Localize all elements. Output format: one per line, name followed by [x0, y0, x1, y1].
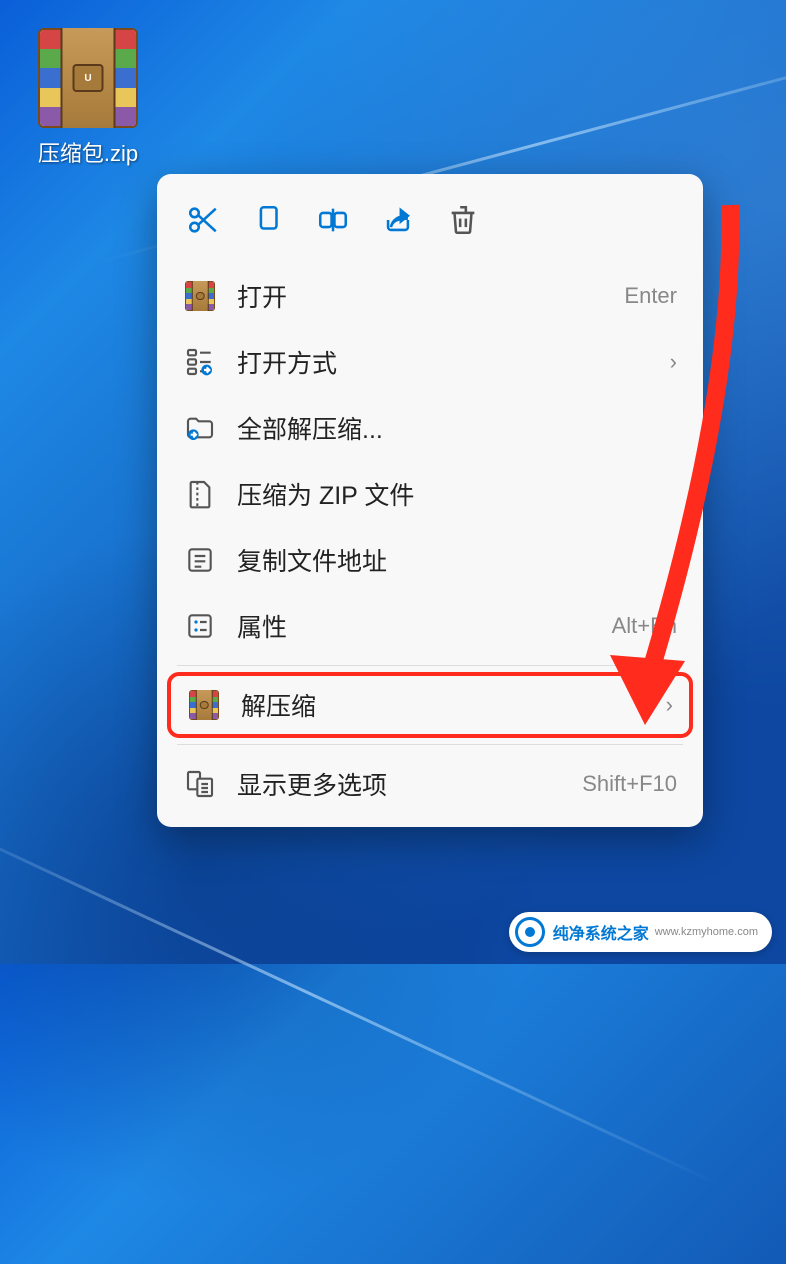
winrar-icon: [183, 279, 217, 313]
open-with-icon: [183, 345, 217, 379]
menu-item-open[interactable]: 打开 Enter: [167, 263, 693, 329]
menu-divider: [177, 744, 683, 745]
trash-icon: [446, 203, 480, 237]
rename-icon: [316, 203, 350, 237]
context-menu: 打开 Enter 打开方式 › 全部解压缩...: [157, 174, 703, 827]
cut-button[interactable]: [175, 192, 230, 247]
show-more-icon: [183, 767, 217, 801]
menu-label: 复制文件地址: [237, 542, 677, 578]
chevron-right-icon: ›: [670, 349, 677, 375]
copy-icon: [251, 203, 285, 237]
zip-file-icon: [183, 477, 217, 511]
menu-item-show-more[interactable]: 显示更多选项 Shift+F10: [167, 751, 693, 817]
delete-button[interactable]: [435, 192, 490, 247]
menu-shortcut: Alt+En: [612, 613, 677, 639]
menu-label: 属性: [237, 608, 612, 644]
menu-shortcut: Enter: [624, 283, 677, 309]
copy-path-icon: [183, 543, 217, 577]
copy-button[interactable]: [240, 192, 295, 247]
menu-divider: [177, 665, 683, 666]
watermark-url: www.kzmyhome.com: [655, 926, 758, 938]
file-label: 压缩包.zip: [28, 136, 148, 168]
menu-item-extract-all[interactable]: 全部解压缩...: [167, 395, 693, 461]
chevron-right-icon: ›: [666, 692, 673, 718]
menu-item-properties[interactable]: 属性 Alt+En: [167, 593, 693, 659]
scissors-icon: [186, 203, 220, 237]
share-icon: [381, 203, 415, 237]
menu-item-extract[interactable]: 解压缩 ›: [167, 672, 693, 738]
menu-item-copy-path[interactable]: 复制文件地址: [167, 527, 693, 593]
menu-shortcut: Shift+F10: [582, 771, 677, 797]
menu-item-open-with[interactable]: 打开方式 ›: [167, 329, 693, 395]
watermark-brand: 纯净系统之家: [553, 920, 649, 944]
menu-item-compress-zip[interactable]: 压缩为 ZIP 文件: [167, 461, 693, 527]
menu-label: 压缩为 ZIP 文件: [237, 476, 677, 512]
menu-label: 解压缩: [241, 687, 656, 723]
watermark: 纯净系统之家 www.kzmyhome.com: [509, 912, 772, 952]
folder-extract-icon: [183, 411, 217, 445]
menu-label: 打开: [237, 278, 624, 314]
watermark-logo-icon: [515, 917, 545, 947]
menu-label: 显示更多选项: [237, 766, 582, 802]
share-button[interactable]: [370, 192, 425, 247]
menu-label: 打开方式: [237, 344, 660, 380]
menu-label: 全部解压缩...: [237, 410, 677, 446]
rename-button[interactable]: [305, 192, 360, 247]
properties-icon: [183, 609, 217, 643]
context-toolbar: [167, 184, 693, 263]
desktop-file[interactable]: U 压缩包.zip: [28, 28, 148, 168]
winrar-archive-icon: U: [38, 28, 138, 128]
winrar-icon: [187, 688, 221, 722]
